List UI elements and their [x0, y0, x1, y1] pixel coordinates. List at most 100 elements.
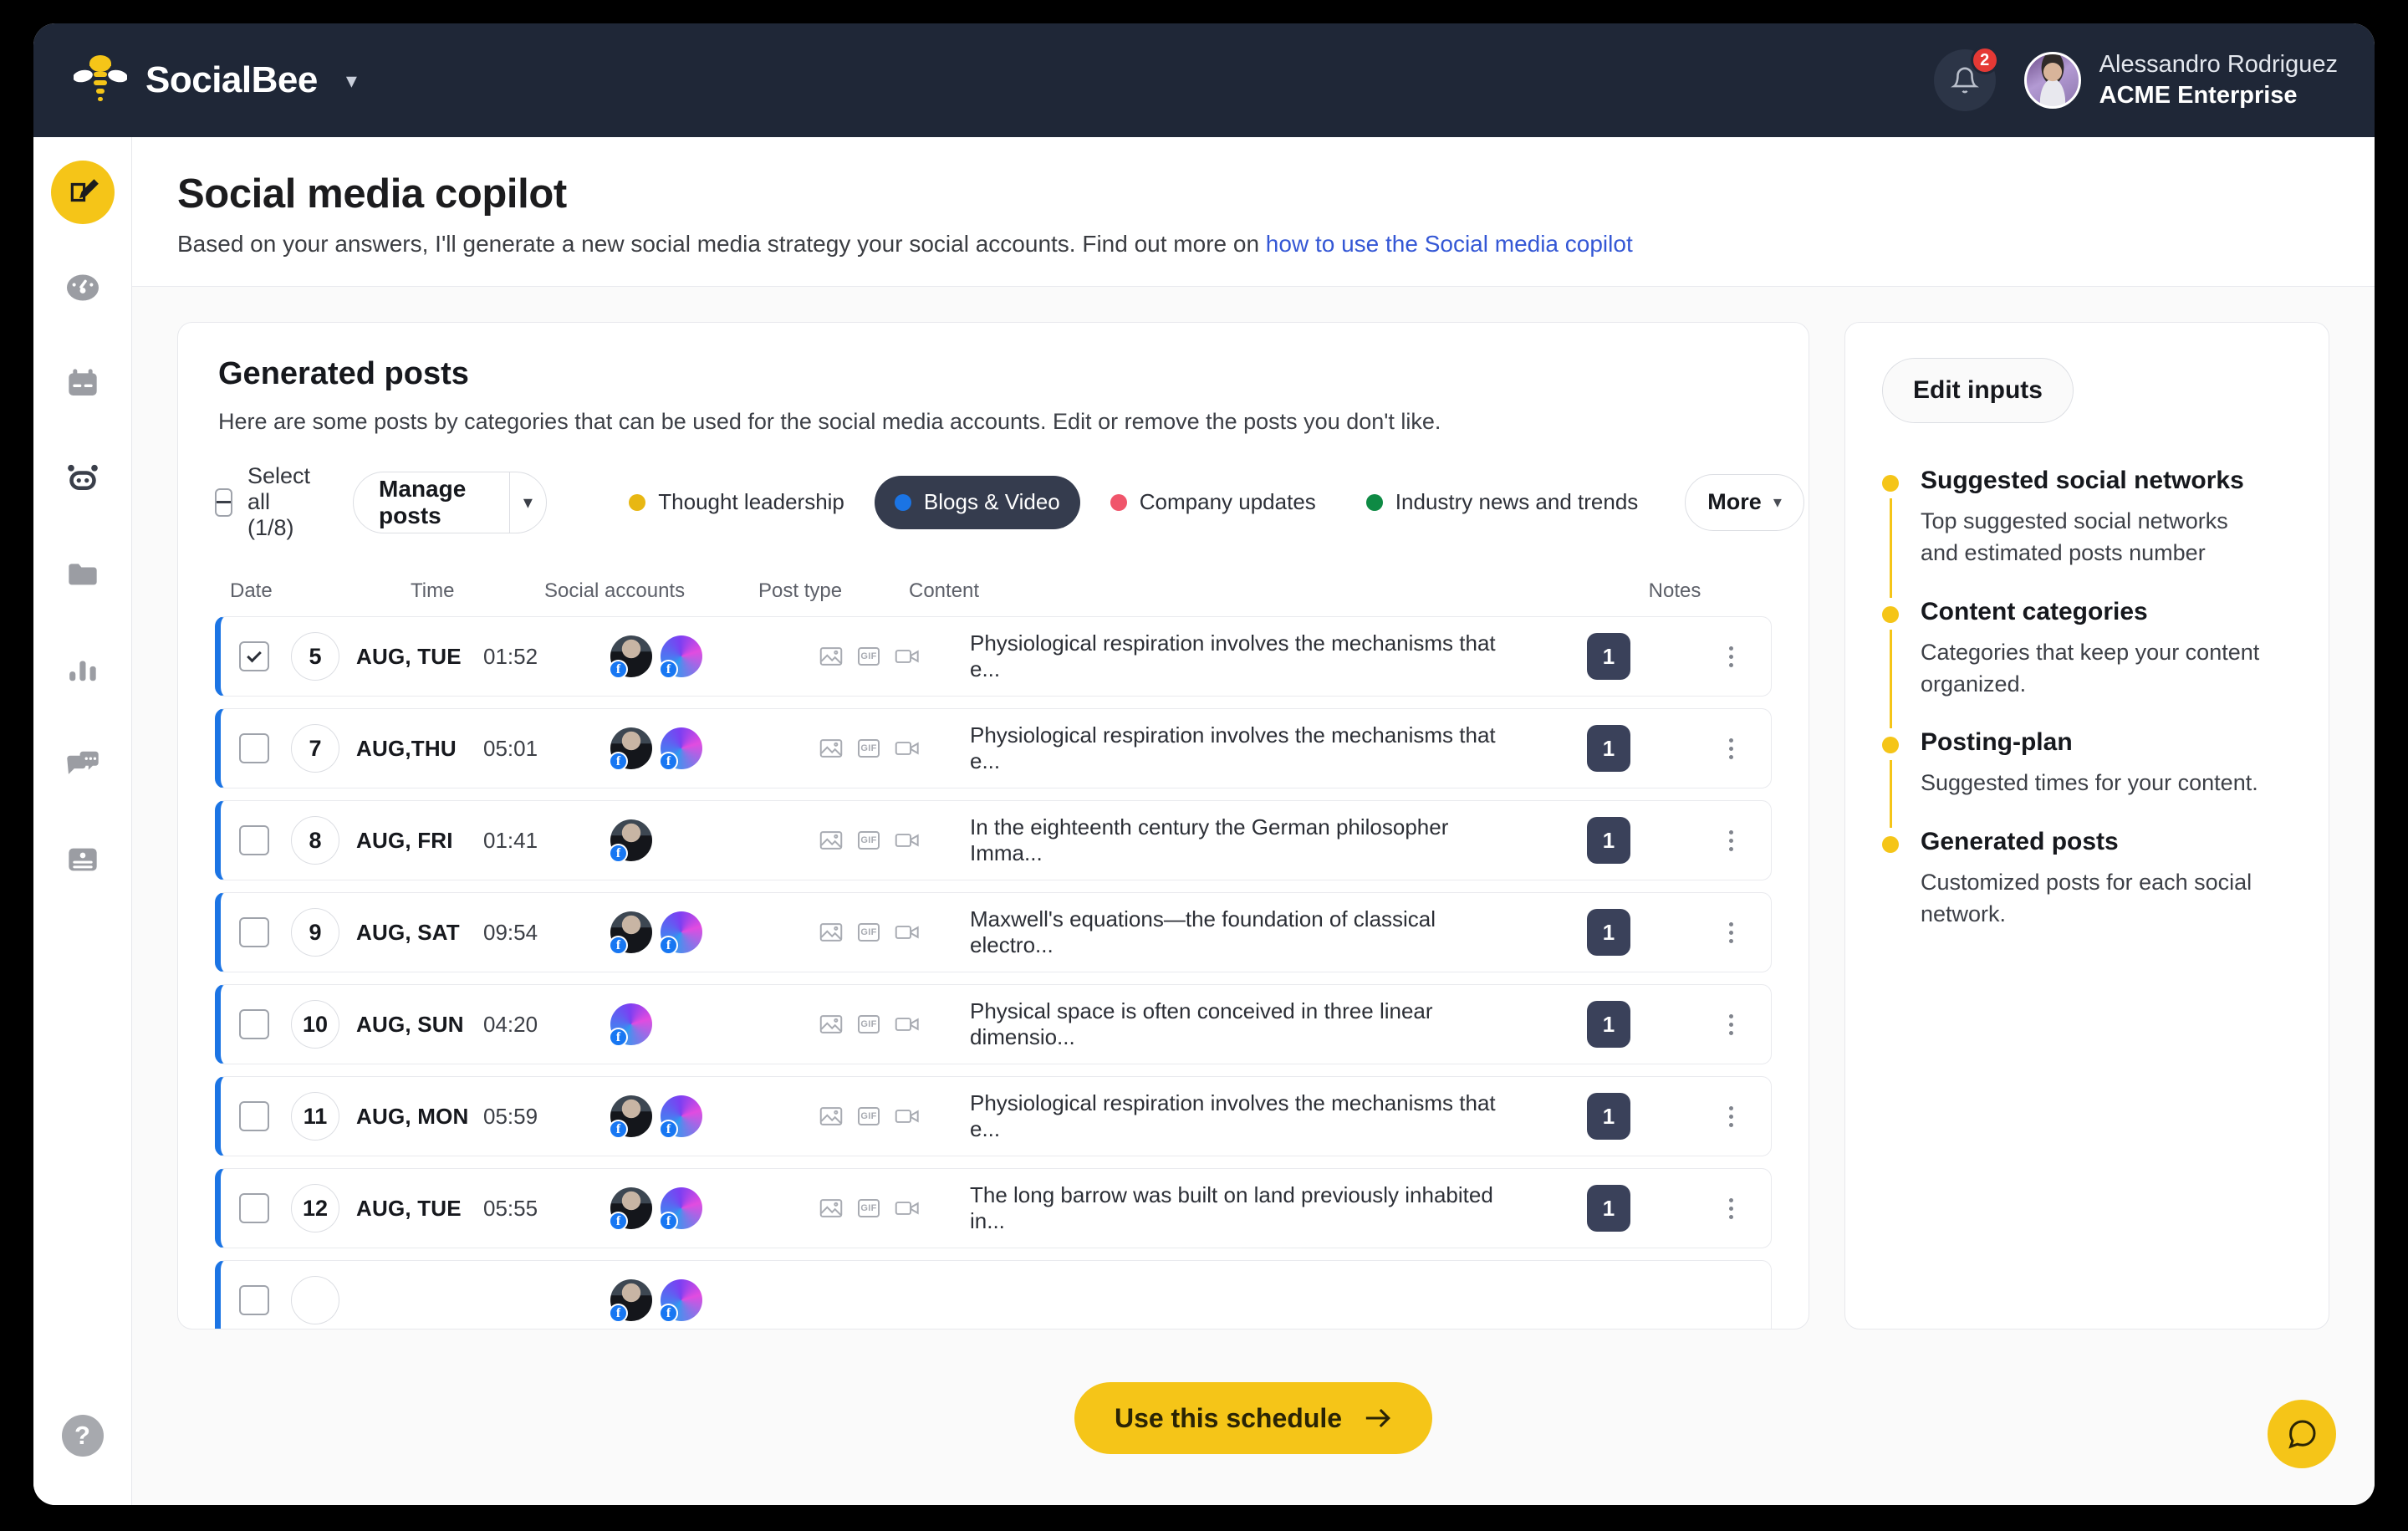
edit-inputs-button[interactable]: Edit inputs [1882, 358, 2074, 423]
table-row[interactable]: 8 AUG, FRI 01:41 f GIF In the eighteenth cent… [215, 800, 1772, 881]
social-account-avatar[interactable]: f [659, 1187, 702, 1232]
video-icon[interactable] [895, 738, 920, 758]
social-account-avatar[interactable]: f [609, 819, 652, 864]
social-account-avatar[interactable]: f [609, 727, 652, 772]
row-checkbox[interactable] [239, 1193, 269, 1224]
notes-count-badge[interactable]: 1 [1587, 725, 1630, 773]
table-row[interactable]: 9 AUG, SAT 09:54 f f GIF Maxwell's equations—t… [215, 892, 1772, 973]
help-button[interactable]: ? [61, 1415, 104, 1457]
video-icon[interactable] [895, 830, 920, 850]
row-more-options-icon[interactable] [1728, 1013, 1733, 1035]
video-icon[interactable] [895, 922, 920, 942]
chip-blogs-and-video[interactable]: Blogs & Video [874, 475, 1080, 529]
row-checkbox[interactable] [239, 1101, 269, 1132]
image-icon[interactable] [819, 1106, 843, 1126]
gif-icon[interactable]: GIF [858, 923, 880, 942]
row-content-preview[interactable]: Physical space is often conceived in thr… [970, 998, 1527, 1050]
row-content-preview[interactable]: In the eighteenth century the German phi… [970, 814, 1527, 866]
row-checkbox[interactable] [239, 733, 269, 764]
row-more-options-icon[interactable] [1728, 829, 1733, 851]
notifications-button[interactable]: 2 [1933, 46, 1999, 111]
social-account-avatar[interactable]: f [609, 1279, 652, 1324]
manage-posts-chevron-down-icon[interactable]: ▾ [508, 472, 547, 533]
video-icon[interactable] [895, 646, 920, 666]
sidebar-item-dashboard[interactable] [51, 256, 115, 319]
table-row[interactable]: 10 AUG, SUN 04:20 f GIF Physical space is oft… [215, 984, 1772, 1065]
row-content-preview[interactable]: The long barrow was built on land previo… [970, 1182, 1527, 1234]
social-account-avatar[interactable]: f [609, 1003, 652, 1048]
more-categories-button[interactable]: More ▾ [1685, 473, 1804, 531]
sidebar-item-calendar[interactable] [51, 351, 115, 415]
gif-icon[interactable]: GIF [858, 1199, 880, 1218]
table-row[interactable]: 12 AUG, TUE 05:55 f f GIF The long barrow was … [215, 1168, 1772, 1249]
video-icon[interactable] [895, 1106, 920, 1126]
table-row[interactable]: 5 AUG, TUE 01:52 f f GIF Physiological respira… [215, 616, 1772, 697]
notes-count-badge[interactable]: 1 [1587, 909, 1630, 957]
row-checkbox[interactable] [239, 1285, 269, 1316]
gif-icon[interactable]: GIF [858, 647, 880, 666]
row-content-preview[interactable]: Physiological respiration involves the m… [970, 722, 1527, 774]
row-content-preview[interactable]: Physiological respiration involves the m… [970, 630, 1527, 682]
notes-count-badge[interactable]: 1 [1587, 1185, 1630, 1232]
row-checkbox[interactable] [239, 1009, 269, 1040]
social-account-avatar[interactable]: f [609, 911, 652, 956]
social-account-avatar[interactable]: f [659, 727, 702, 772]
copilot-help-link[interactable]: how to use the Social media copilot [1266, 231, 1633, 257]
row-more-options-icon[interactable] [1728, 921, 1733, 943]
image-icon[interactable] [819, 922, 843, 942]
sidebar-item-analytics[interactable] [51, 637, 115, 701]
select-all-control[interactable]: Select all (1/8) [215, 463, 321, 541]
notes-count-badge[interactable]: 1 [1587, 1093, 1630, 1141]
social-account-avatar[interactable]: f [609, 1187, 652, 1232]
social-account-avatar[interactable]: f [659, 911, 702, 956]
row-more-options-icon[interactable] [1728, 1105, 1733, 1127]
user-menu[interactable]: Alessandro Rodriguez ACME Enterprise [2023, 49, 2338, 111]
row-more-options-icon[interactable] [1728, 737, 1733, 759]
sidebar-item-messages[interactable] [51, 732, 115, 796]
row-checkbox[interactable] [239, 641, 269, 672]
sidebar-item-content[interactable] [51, 828, 115, 891]
social-account-avatar[interactable]: f [659, 635, 702, 680]
gif-icon[interactable]: GIF [858, 1107, 880, 1126]
select-all-checkbox[interactable] [215, 487, 232, 517]
sidebar-item-folder[interactable] [51, 542, 115, 605]
notes-count-badge[interactable]: 1 [1587, 633, 1630, 681]
social-account-avatar[interactable]: f [609, 635, 652, 680]
table-row[interactable]: 7 AUG,THU 05:01 f f GIF Physiological respirat… [215, 708, 1772, 789]
row-more-options-icon[interactable] [1728, 646, 1733, 667]
gif-icon[interactable]: GIF [858, 739, 880, 758]
image-icon[interactable] [819, 738, 843, 758]
sidebar-item-bot[interactable] [51, 447, 115, 510]
brand-logo-group[interactable]: SocialBee ▾ [73, 54, 357, 106]
chip-company-updates[interactable]: Company updates [1090, 476, 1336, 529]
social-account-avatar[interactable]: f [609, 1095, 652, 1140]
gif-icon[interactable]: GIF [858, 831, 880, 850]
image-icon[interactable] [819, 830, 843, 850]
video-icon[interactable] [895, 1198, 920, 1218]
row-content-preview[interactable]: Physiological respiration involves the m… [970, 1090, 1527, 1142]
sidebar-item-compose[interactable] [50, 161, 115, 224]
manage-posts-button[interactable]: Manage posts ▾ [353, 471, 548, 533]
chip-industry-news[interactable]: Industry news and trends [1346, 476, 1659, 529]
video-icon[interactable] [895, 1014, 920, 1034]
table-row[interactable]: ff [215, 1260, 1772, 1329]
gif-icon[interactable]: GIF [858, 1015, 880, 1034]
row-checkbox[interactable] [239, 825, 269, 856]
step-item[interactable]: Suggested social networks Top suggested s… [1882, 467, 2292, 598]
row-checkbox[interactable] [239, 917, 269, 948]
notes-count-badge[interactable]: 1 [1587, 817, 1630, 865]
chip-thought-leadership[interactable]: Thought leadership [609, 476, 865, 529]
social-account-avatar[interactable]: f [659, 1095, 702, 1140]
step-item[interactable]: Generated posts Customized posts for each… [1882, 828, 2292, 959]
row-content-preview[interactable]: Maxwell's equations—the foundation of cl… [970, 906, 1527, 958]
chat-support-button[interactable] [2268, 1400, 2336, 1468]
notes-count-badge[interactable]: 1 [1587, 1001, 1630, 1049]
table-row[interactable]: 11 AUG, MON 05:59 f f GIF Physiological respir… [215, 1076, 1772, 1157]
brand-chevron-down-icon[interactable]: ▾ [346, 68, 357, 94]
row-more-options-icon[interactable] [1728, 1197, 1733, 1219]
step-item[interactable]: Posting-plan Suggested times for your con… [1882, 728, 2292, 828]
image-icon[interactable] [819, 1198, 843, 1218]
image-icon[interactable] [819, 646, 843, 666]
use-this-schedule-button[interactable]: Use this schedule [1074, 1382, 1433, 1454]
image-icon[interactable] [819, 1014, 843, 1034]
